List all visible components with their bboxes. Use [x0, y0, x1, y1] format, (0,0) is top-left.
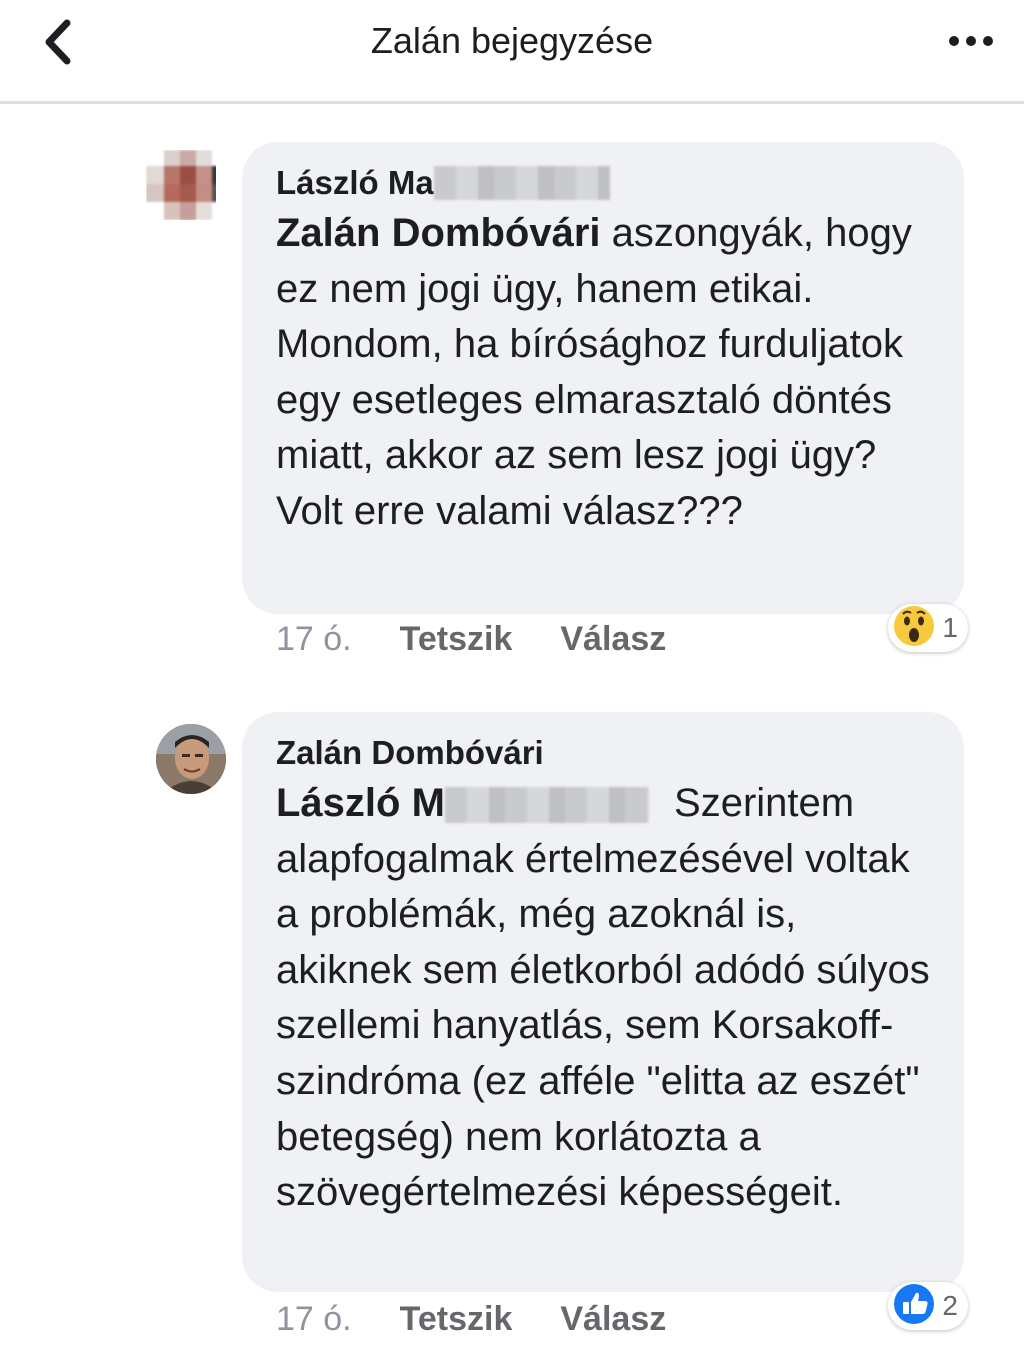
reaction-badge[interactable]: 1: [888, 604, 968, 652]
avatar[interactable]: [146, 150, 216, 220]
comment-body: Szerintem alapfogalmak értelmezésével vo…: [276, 781, 930, 1215]
comment-actions: 17 ó. Tetszik Válasz: [276, 620, 714, 659]
comment-timestamp[interactable]: 17 ó.: [276, 620, 352, 659]
mention-link[interactable]: Zalán Dombóvári: [276, 211, 601, 255]
more-dots-icon: [948, 34, 994, 52]
comment-body: aszongyák, hogy ez nem jogi ügy, hanem e…: [276, 211, 912, 533]
redacted-name-block: [433, 166, 610, 200]
comment-author[interactable]: Zalán Dombóvári: [276, 732, 932, 774]
reply-button[interactable]: Válasz: [560, 620, 666, 659]
author-name[interactable]: Zalán Dombóvári: [276, 732, 544, 774]
reply-button[interactable]: Válasz: [560, 1300, 666, 1339]
more-options-button[interactable]: [936, 18, 1006, 68]
comment-text: Zalán Dombóvári aszongyák, hogy ez nem j…: [276, 206, 932, 540]
reaction-badge[interactable]: 2: [888, 1282, 968, 1330]
author-name[interactable]: László Ma: [276, 162, 434, 204]
wow-emoji-icon: [892, 604, 936, 653]
post-comments-page: Zalán bejegyzése László Ma Zalán Dombóvá…: [0, 0, 1024, 1358]
mention-link[interactable]: László M: [276, 781, 445, 825]
reaction-count: 2: [942, 1290, 958, 1321]
like-button[interactable]: Tetszik: [400, 1300, 513, 1339]
comment-actions: 17 ó. Tetszik Válasz: [276, 1300, 714, 1339]
comment-bubble: László Ma Zalán Dombóvári aszongyák, hog…: [242, 142, 964, 614]
comment-author[interactable]: László Ma: [276, 162, 932, 204]
comment-bubble: Zalán Dombóvári László M Szerintem alapf…: [242, 712, 964, 1292]
page-title: Zalán bejegyzése: [370, 20, 654, 61]
redacted-name-block: [444, 787, 649, 824]
top-bar: Zalán bejegyzése: [0, 0, 1024, 104]
comment-timestamp[interactable]: 17 ó.: [276, 1300, 352, 1339]
like-button[interactable]: Tetszik: [400, 620, 513, 659]
reaction-count: 1: [942, 612, 958, 643]
comment-text: László M Szerintem alapfogalmak értelmez…: [276, 776, 932, 1221]
thumbs-up-icon: [892, 1282, 936, 1331]
avatar[interactable]: [156, 724, 226, 794]
